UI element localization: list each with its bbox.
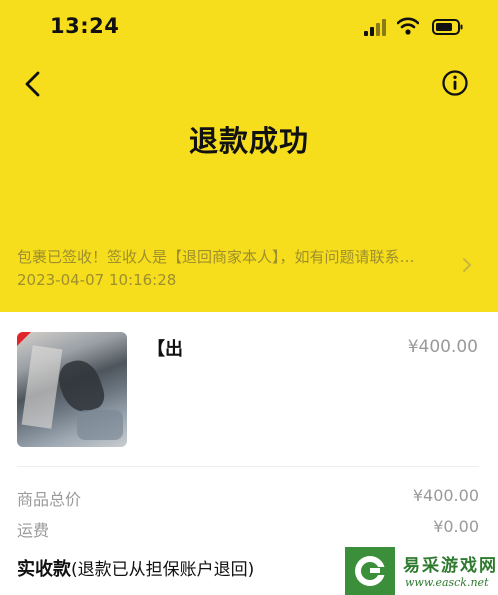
back-button[interactable]: [20, 68, 48, 100]
corner-tag: [17, 332, 31, 346]
received-note: (退款已从担保账户退回): [71, 560, 255, 580]
product-image[interactable]: [17, 332, 127, 447]
shipping-value: ¥0.00: [433, 517, 479, 536]
total-price-row: 商品总价 ¥400.00: [17, 486, 479, 510]
total-price-value: ¥400.00: [412, 486, 479, 505]
received-amount-row: 实收款(退款已从担保账户退回): [17, 555, 254, 581]
signal-icon: [364, 18, 390, 36]
product-title[interactable]: 【出: [147, 335, 183, 361]
product-price: ¥400.00: [407, 337, 478, 357]
shipping-row: 运费 ¥0.00: [17, 517, 479, 541]
wifi-icon: [397, 17, 419, 35]
total-price-label: 商品总价: [17, 490, 82, 509]
watermark: 易采游戏网 www.easck.net: [345, 547, 498, 595]
watermark-name: 易采游戏网: [403, 556, 498, 576]
tracking-time: 2023-04-07 10:16:28: [17, 271, 177, 289]
chevron-right-icon: [463, 258, 472, 272]
page-title: 退款成功: [188, 124, 309, 158]
tracking-row[interactable]: 包裹已签收！签收人是【退回商家本人】，如有问题请联系… 2023-04-07 1…: [0, 240, 498, 296]
watermark-url: www.easck.net: [405, 576, 489, 589]
battery-icon: [432, 19, 463, 35]
status-time: 13:24: [50, 14, 120, 38]
tracking-message: 包裹已签收！签收人是【退回商家本人】，如有问题请联系…: [17, 248, 415, 266]
info-button[interactable]: [441, 69, 469, 97]
site-logo: [345, 547, 395, 595]
shipping-label: 运费: [17, 521, 50, 540]
divider: [17, 466, 479, 467]
received-label: 实收款: [17, 559, 71, 580]
